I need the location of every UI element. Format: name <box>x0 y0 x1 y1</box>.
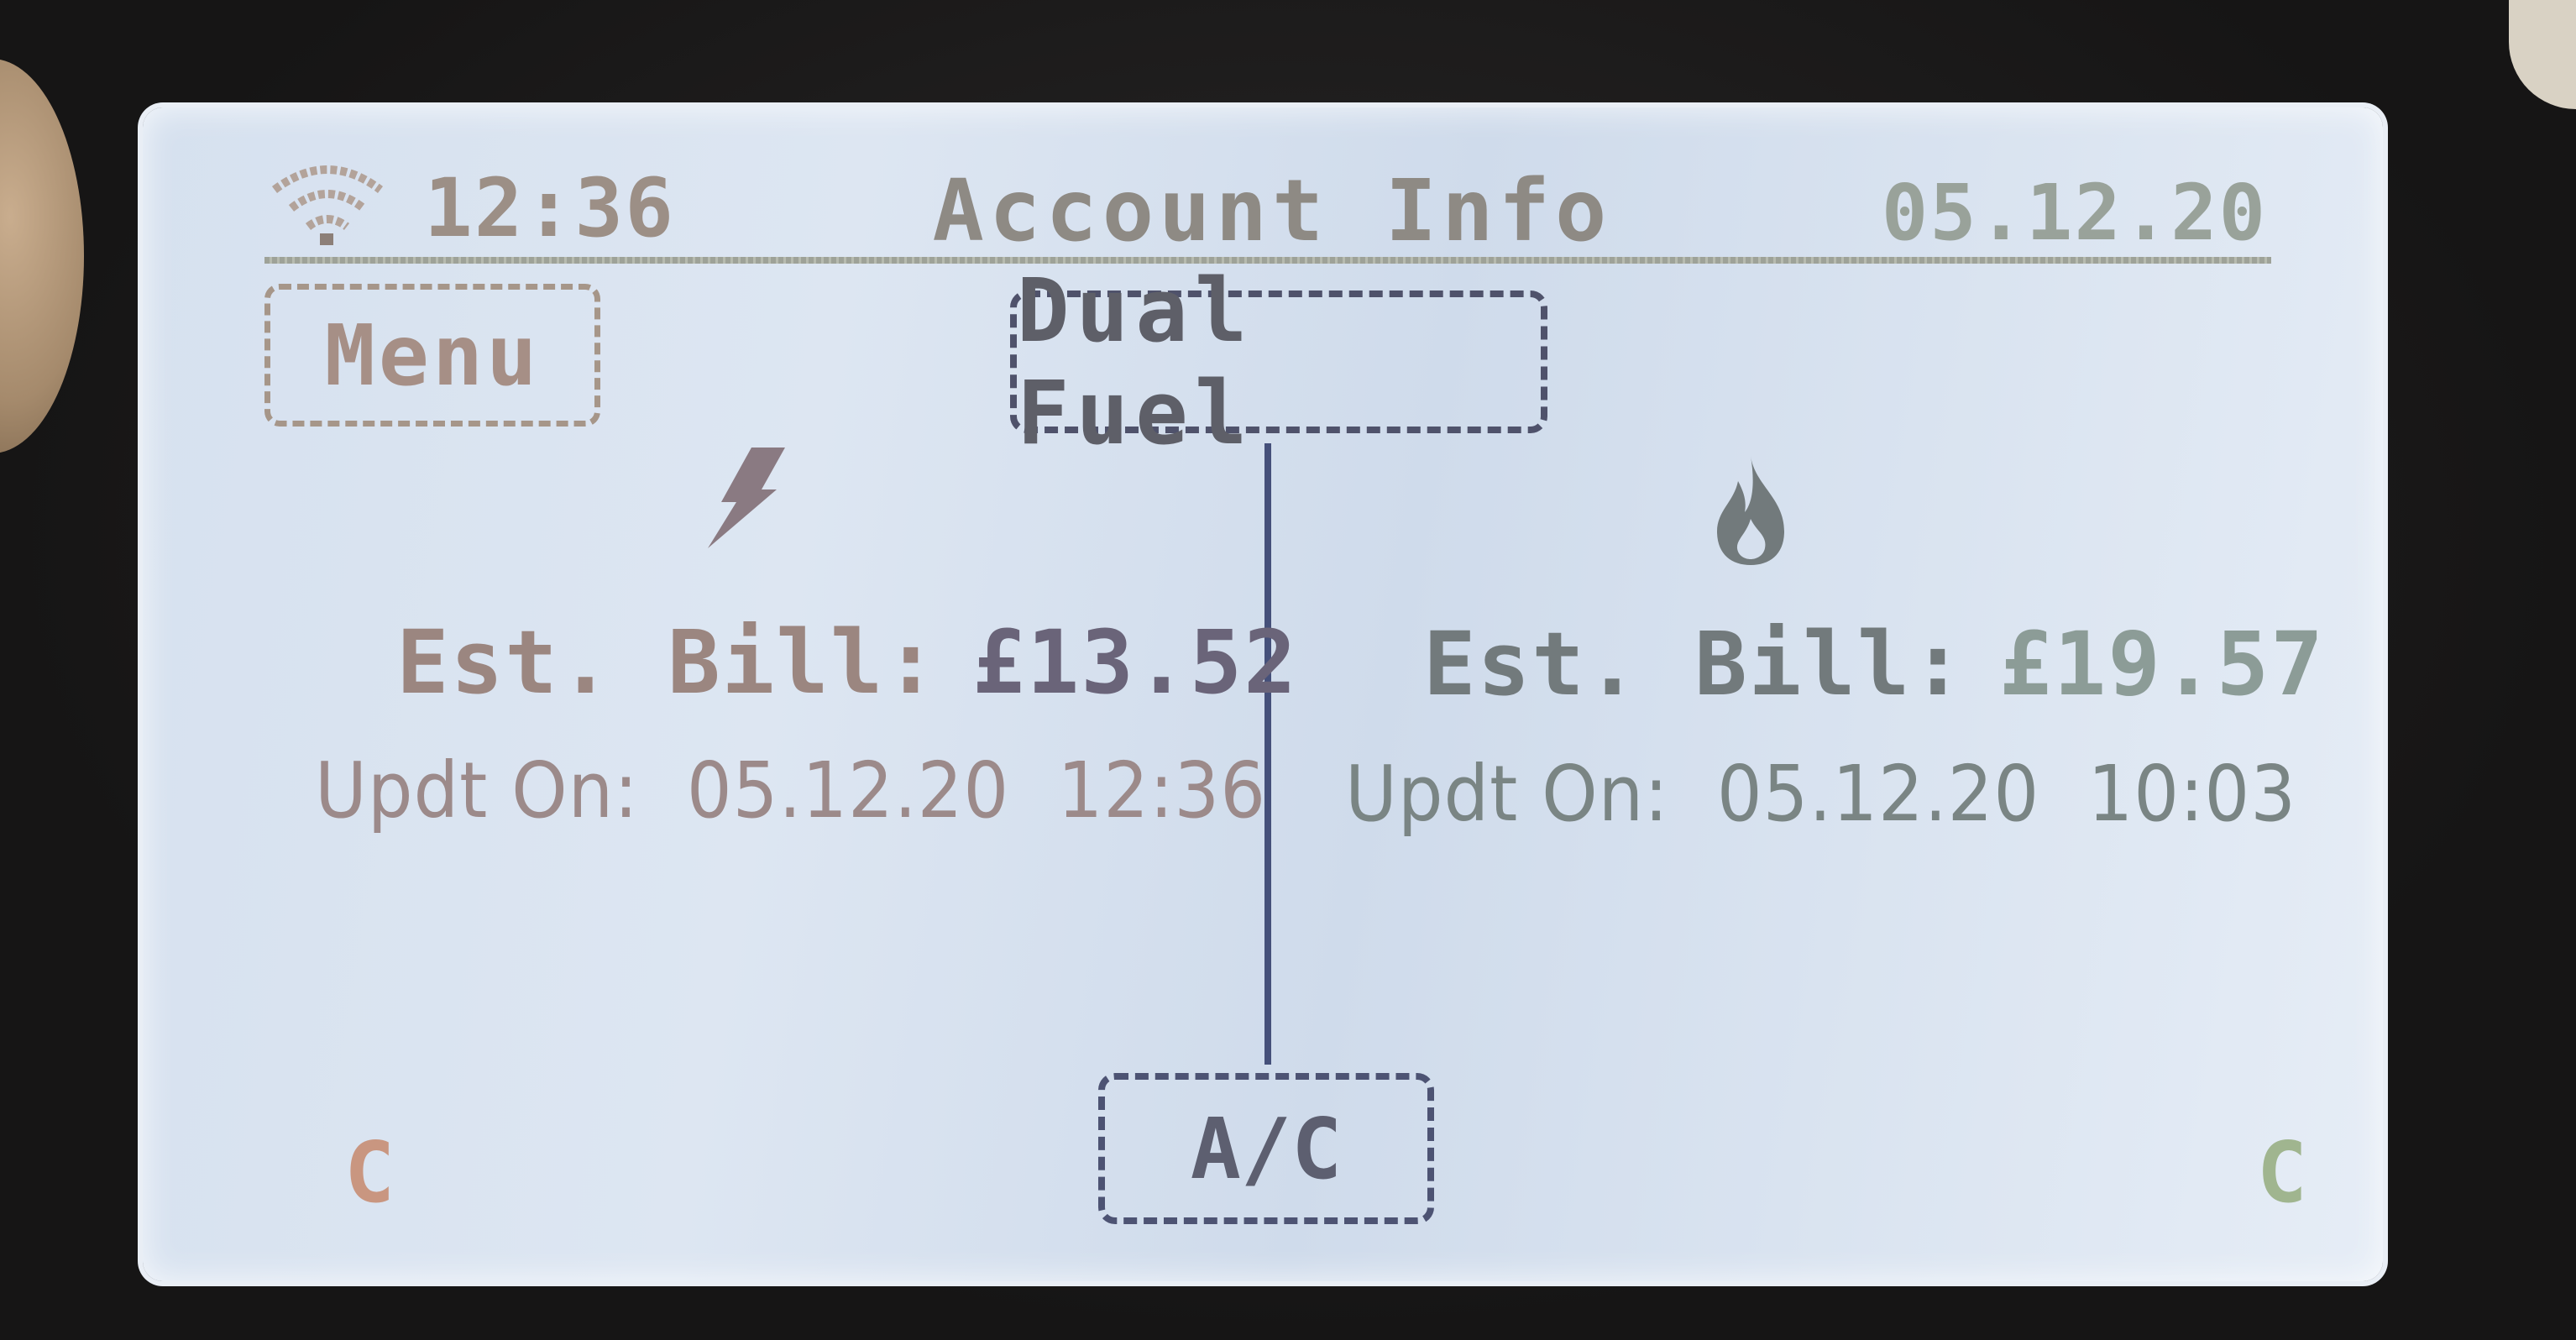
gas-estimated-bill: Est. Bill: £19.57 <box>1423 613 2325 715</box>
gas-updated-date: 05.12.20 <box>1716 749 2040 839</box>
electricity-bill-amount: £13.52 <box>972 611 1298 714</box>
finger <box>0 59 84 453</box>
gas-corner-indicator: C <box>2256 1123 2307 1222</box>
gas-updated-on: Updt On: 05.12.20 10:03 <box>1345 749 2296 839</box>
gas-updated-label: Updt On: <box>1345 749 1669 839</box>
status-date: 05.12.20 <box>1881 168 2267 258</box>
ac-button[interactable]: A/C <box>1098 1073 1434 1224</box>
gas-updated-time: 10:03 <box>2087 749 2296 839</box>
flame-icon <box>1717 456 1784 565</box>
device-bezel-edge <box>2509 0 2576 109</box>
electricity-bill-label: Est. Bill: <box>396 611 940 714</box>
menu-button[interactable]: Menu <box>264 284 600 427</box>
gas-bill-label: Est. Bill: <box>1423 613 1966 715</box>
lightning-bolt-icon <box>708 448 785 548</box>
dual-fuel-tab[interactable]: Dual Fuel <box>1010 259 1547 464</box>
electricity-estimated-bill: Est. Bill: £13.52 <box>396 611 1298 714</box>
electricity-corner-indicator: C <box>344 1123 395 1222</box>
gas-bill-amount: £19.57 <box>1999 613 2325 715</box>
electricity-updated-on: Updt On: 05.12.20 12:36 <box>315 746 1266 835</box>
electricity-updated-label: Updt On: <box>315 746 639 835</box>
electricity-updated-date: 05.12.20 <box>686 746 1010 835</box>
lcd-screen: 12:36 Account Info 05.12.20 Menu Dual Fu… <box>143 107 2383 1281</box>
electricity-updated-time: 12:36 <box>1057 746 1266 835</box>
smart-meter-device: 12:36 Account Info 05.12.20 Menu Dual Fu… <box>0 0 2576 1340</box>
status-bar: 12:36 Account Info 05.12.20 <box>264 151 2280 261</box>
